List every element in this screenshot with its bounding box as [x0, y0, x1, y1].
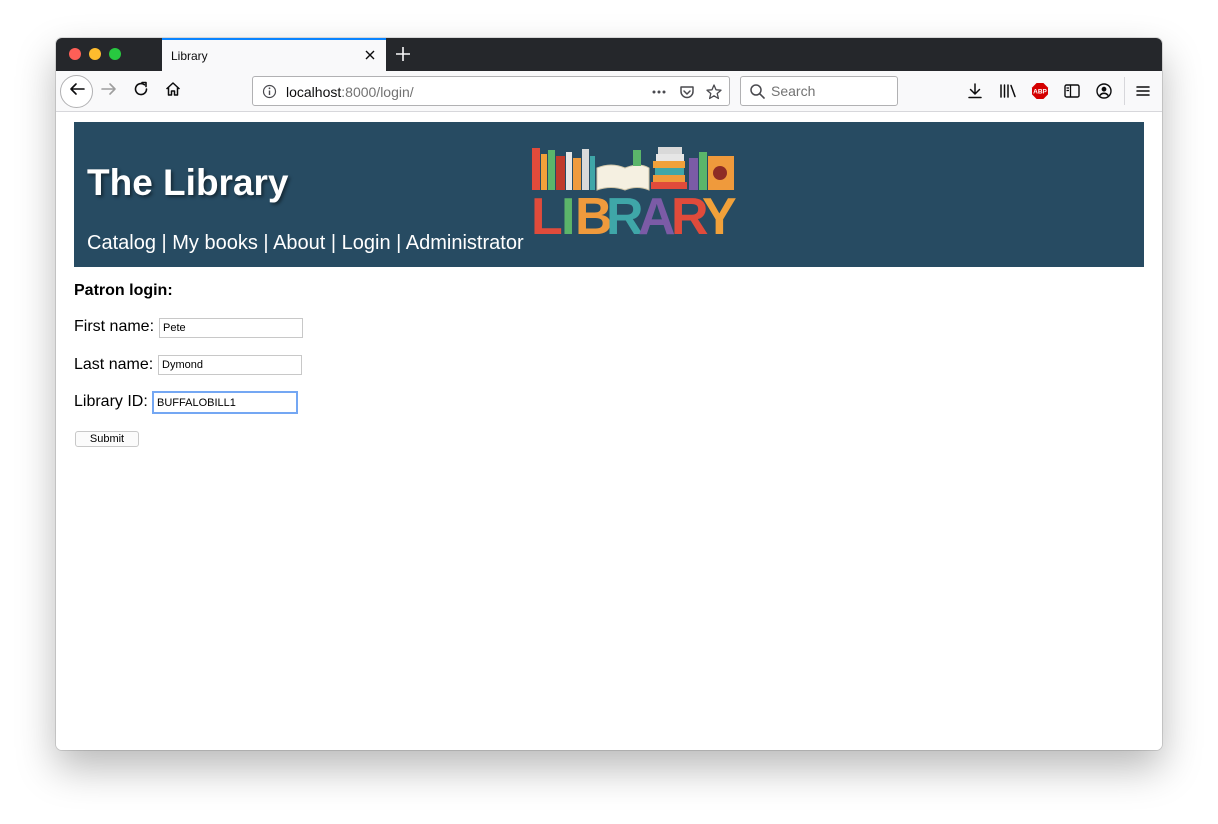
submit-button[interactable]: Submit	[75, 431, 139, 447]
nav-separator: |	[257, 232, 274, 254]
nav-link-catalog[interactable]: Catalog	[87, 232, 156, 254]
page-viewport: The Library L I B R A R Y Catalog | My b…	[56, 112, 1162, 750]
pocket-icon[interactable]	[678, 83, 696, 101]
nav-link-about[interactable]: About	[273, 232, 325, 254]
nav-separator: |	[325, 232, 342, 254]
first-name-field[interactable]	[159, 318, 303, 338]
tab-title: Library	[171, 49, 208, 63]
library-id-label: Library ID:	[74, 393, 148, 410]
search-icon	[749, 83, 766, 100]
url-text[interactable]: localhost:8000/login/	[286, 84, 414, 100]
nav-separator: |	[390, 232, 406, 254]
url-path: :8000/login/	[341, 84, 414, 100]
last-name-label: Last name:	[74, 356, 154, 373]
account-icon[interactable]	[1094, 81, 1114, 101]
nav-link-administrator[interactable]: Administrator	[406, 232, 524, 254]
library-id-field[interactable]	[152, 391, 298, 414]
home-button[interactable]	[162, 80, 184, 102]
first-name-label: First name:	[74, 318, 155, 335]
site-title: The Library	[87, 162, 289, 203]
svg-text:A: A	[638, 188, 676, 239]
url-host: localhost	[286, 84, 342, 100]
arrow-right-icon	[100, 80, 118, 103]
search-input[interactable]	[771, 81, 891, 101]
last-name-field[interactable]	[158, 355, 302, 375]
browser-window: Library localhost:8000/login/ Search ABP…	[56, 38, 1162, 750]
close-tab-icon[interactable]	[362, 47, 378, 63]
library-icon[interactable]	[998, 81, 1018, 101]
bookmark-star-icon[interactable]	[705, 83, 723, 101]
window-minimize-button[interactable]	[89, 48, 101, 60]
home-icon	[164, 80, 182, 103]
svg-text:L: L	[531, 188, 563, 239]
nav-link-my-books[interactable]: My books	[172, 232, 258, 254]
reload-icon	[132, 80, 150, 103]
library-logo: L I B R A R Y	[529, 144, 739, 246]
adblock-icon[interactable]: ABP	[1030, 81, 1050, 101]
svg-text:I: I	[561, 188, 575, 239]
tab-library[interactable]: Library	[162, 38, 386, 71]
site-header: The Library L I B R A R Y Catalog | My b…	[74, 122, 1144, 267]
svg-text:Y: Y	[702, 188, 737, 239]
sidebar-icon[interactable]	[1062, 81, 1082, 101]
back-button[interactable]	[60, 75, 93, 108]
form-title: Patron login:	[74, 282, 173, 299]
nav-toolbar: localhost:8000/login/ ABP	[56, 71, 1162, 112]
reload-button[interactable]	[130, 80, 152, 102]
download-icon[interactable]	[965, 81, 985, 101]
forward-button[interactable]	[98, 80, 120, 102]
search-bar[interactable]	[740, 76, 898, 106]
new-tab-icon[interactable]	[394, 45, 412, 63]
title-bar: Library	[56, 38, 1162, 71]
arrow-left-icon	[68, 80, 86, 103]
window-close-button[interactable]	[69, 48, 81, 60]
svg-text:ABP: ABP	[1033, 89, 1047, 96]
info-icon[interactable]	[262, 84, 277, 99]
nav-link-login[interactable]: Login	[342, 232, 391, 254]
hamburger-menu-icon[interactable]	[1133, 81, 1153, 101]
address-bar[interactable]: localhost:8000/login/	[252, 76, 730, 106]
more-actions-icon[interactable]	[650, 83, 668, 101]
nav-separator: |	[155, 232, 173, 254]
site-nav: Catalog | My books | About | Login | Adm…	[87, 232, 524, 255]
toolbar-separator	[1124, 77, 1125, 105]
window-maximize-button[interactable]	[109, 48, 121, 60]
